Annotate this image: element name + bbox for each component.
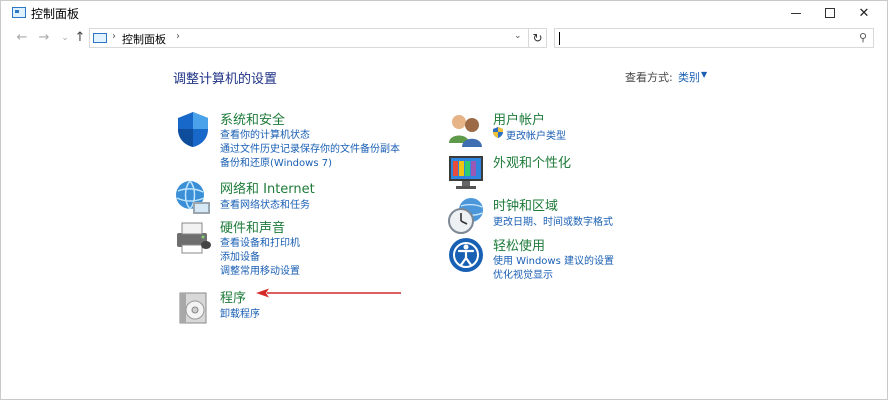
close-button[interactable]: ✕	[847, 1, 881, 25]
category-title-user-accounts[interactable]: 用户帐户	[493, 109, 545, 128]
page-heading: 调整计算机的设置	[173, 72, 278, 87]
users-icon[interactable]	[446, 109, 486, 149]
control-panel-window: 控制面板 ✕ ← → ⌄ ↑ › 控制面板 › ⌄ ↻ ⚲ 调整计算机的设置 查…	[0, 0, 888, 400]
link-view-devices-printers[interactable]: 查看设备和打印机	[220, 234, 300, 249]
address-bar[interactable]: › 控制面板 › ⌄	[89, 28, 529, 48]
control-panel-icon	[93, 33, 107, 43]
link-add-device[interactable]: 添加设备	[220, 248, 260, 263]
link-change-date-time-format[interactable]: 更改日期、时间或数字格式	[493, 213, 613, 228]
category-title-clock-region[interactable]: 时钟和区域	[493, 195, 558, 214]
monitor-palette-icon[interactable]	[446, 152, 486, 192]
link-windows-suggested-settings[interactable]: 使用 Windows 建议的设置	[493, 252, 614, 267]
breadcrumb-chevron-icon[interactable]: ›	[112, 31, 116, 42]
link-view-computer-status[interactable]: 查看你的计算机状态	[220, 126, 310, 141]
link-view-network-status[interactable]: 查看网络状态和任务	[220, 196, 310, 211]
uac-shield-icon	[493, 127, 503, 138]
search-icon[interactable]: ⚲	[859, 31, 867, 44]
link-file-history-backup[interactable]: 通过文件历史记录保存你的文件备份副本	[220, 140, 400, 155]
refresh-icon: ↻	[532, 31, 543, 45]
link-mobility-settings[interactable]: 调整常用移动设置	[220, 262, 300, 277]
view-by-caret-icon[interactable]: ▼	[701, 70, 707, 79]
refresh-button[interactable]: ↻	[529, 28, 547, 48]
maximize-icon	[825, 8, 835, 18]
minimize-button[interactable]	[779, 1, 813, 25]
category-title-programs[interactable]: 程序	[220, 287, 246, 306]
title-bar: 控制面板 ✕	[1, 1, 887, 25]
breadcrumb-control-panel[interactable]: 控制面板	[122, 31, 166, 47]
category-title-appearance[interactable]: 外观和个性化	[493, 152, 571, 171]
printer-icon[interactable]	[173, 217, 213, 257]
view-by-label: 查看方式:	[625, 71, 673, 84]
link-optimize-visual-display[interactable]: 优化视觉显示	[493, 266, 553, 281]
maximize-button[interactable]	[813, 1, 847, 25]
view-by-dropdown[interactable]: 类别	[678, 69, 700, 85]
search-input[interactable]: ⚲	[554, 28, 874, 48]
link-uninstall-program[interactable]: 卸载程序	[220, 305, 260, 320]
window-title: 控制面板	[31, 7, 80, 21]
ease-of-access-icon[interactable]	[446, 235, 486, 275]
main-content: 调整计算机的设置 查看方式: 类别 ▼ 系统和安全 查看你的计算机状态 通过文件…	[1, 51, 887, 399]
shield-icon[interactable]	[173, 109, 213, 149]
close-icon: ✕	[858, 5, 870, 21]
navigation-bar: ← → ⌄ ↑ › 控制面板 › ⌄ ↻ ⚲	[1, 26, 887, 50]
up-arrow-icon[interactable]: ↑	[71, 29, 89, 47]
category-title-network-internet[interactable]: 网络和 Internet	[220, 178, 315, 197]
address-dropdown-chevron-icon[interactable]: ⌄	[514, 31, 522, 41]
breadcrumb-chevron-icon[interactable]: ›	[176, 31, 180, 42]
control-panel-app-icon	[12, 7, 26, 18]
back-arrow-icon[interactable]: ←	[13, 29, 31, 47]
clock-globe-icon[interactable]	[446, 195, 486, 235]
network-globe-icon[interactable]	[173, 178, 213, 218]
link-change-account-type[interactable]: 更改帐户类型	[506, 127, 566, 142]
programs-disc-icon[interactable]	[173, 287, 213, 327]
forward-arrow-icon[interactable]: →	[35, 29, 53, 47]
link-backup-restore[interactable]: 备份和还原(Windows 7)	[220, 154, 332, 169]
annotation-red-arrow	[256, 288, 401, 298]
minimize-icon	[791, 12, 801, 14]
text-caret	[559, 32, 560, 45]
